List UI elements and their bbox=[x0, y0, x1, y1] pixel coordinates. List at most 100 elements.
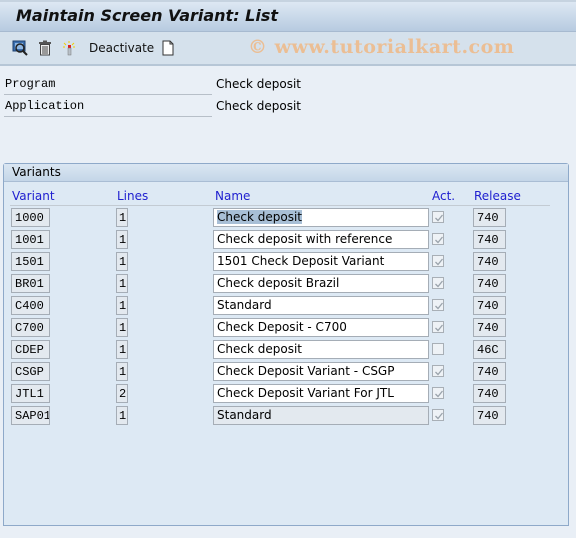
release-cell[interactable]: 740 bbox=[473, 318, 506, 337]
release-cell[interactable]: 740 bbox=[473, 208, 506, 227]
release-cell[interactable]: 46C bbox=[473, 340, 506, 359]
table-row: 1001 1 Check deposit with reference 740 bbox=[4, 229, 564, 251]
release-cell[interactable]: 740 bbox=[473, 296, 506, 315]
table-row: C400 1 Standard 740 bbox=[4, 295, 564, 317]
table-row: CSGP 1 Check Deposit Variant - CSGP 740 bbox=[4, 361, 564, 383]
variant-cell[interactable]: 1501 bbox=[11, 252, 50, 271]
activate-wand-icon[interactable] bbox=[61, 40, 77, 56]
display-icon[interactable] bbox=[12, 40, 28, 56]
program-value: Check deposit bbox=[216, 77, 301, 91]
lines-cell[interactable]: 1 bbox=[116, 318, 128, 337]
name-text: Check Deposit - C700 bbox=[217, 320, 347, 334]
table-row: BR01 1 Check deposit Brazil 740 bbox=[4, 273, 564, 295]
name-cell[interactable]: Standard bbox=[213, 296, 429, 315]
delete-icon[interactable] bbox=[37, 40, 53, 56]
check-icon bbox=[435, 368, 444, 376]
name-cell[interactable]: Check Deposit - C700 bbox=[213, 318, 429, 337]
table-row: C700 1 Check Deposit - C700 740 bbox=[4, 317, 564, 339]
release-cell[interactable]: 740 bbox=[473, 230, 506, 249]
active-checkbox[interactable] bbox=[432, 299, 444, 311]
name-text: Check Deposit Variant For JTL bbox=[217, 386, 394, 400]
active-checkbox[interactable] bbox=[432, 409, 444, 421]
name-text: Check deposit bbox=[217, 342, 302, 356]
application-label: Application bbox=[4, 99, 212, 117]
active-checkbox[interactable] bbox=[432, 277, 444, 289]
active-checkbox[interactable] bbox=[432, 365, 444, 377]
variant-cell[interactable]: JTL1 bbox=[11, 384, 50, 403]
program-field: Program Check deposit bbox=[4, 75, 324, 97]
lines-cell[interactable]: 1 bbox=[116, 230, 128, 249]
new-document-icon[interactable] bbox=[160, 40, 176, 56]
release-cell[interactable]: 740 bbox=[473, 252, 506, 271]
name-text: Check deposit Brazil bbox=[217, 276, 340, 290]
variant-cell[interactable]: C400 bbox=[11, 296, 50, 315]
lines-cell[interactable]: 1 bbox=[116, 208, 128, 227]
variant-cell[interactable]: 1001 bbox=[11, 230, 50, 249]
column-header-variant: Variant bbox=[12, 189, 55, 203]
name-cell[interactable]: Check deposit with reference bbox=[213, 230, 429, 249]
title-bar: Maintain Screen Variant: List bbox=[0, 0, 576, 32]
table-row: 1000 1 Check deposit 740 bbox=[4, 207, 564, 229]
name-cell[interactable]: Check Deposit Variant - CSGP bbox=[213, 362, 429, 381]
check-icon bbox=[435, 236, 444, 244]
program-label: Program bbox=[4, 77, 212, 95]
check-icon bbox=[435, 390, 444, 398]
table-row: JTL1 2 Check Deposit Variant For JTL 740 bbox=[4, 383, 564, 405]
check-icon bbox=[435, 258, 444, 266]
column-header-release: Release bbox=[474, 189, 521, 203]
name-cell[interactable]: Check deposit bbox=[213, 208, 429, 227]
variant-cell[interactable]: CDEP bbox=[11, 340, 50, 359]
active-checkbox[interactable] bbox=[432, 387, 444, 399]
lines-cell[interactable]: 1 bbox=[116, 296, 128, 315]
selected-text: Check deposit bbox=[217, 210, 302, 224]
lines-cell[interactable]: 1 bbox=[116, 274, 128, 293]
active-checkbox[interactable] bbox=[432, 233, 444, 245]
variant-cell[interactable]: BR01 bbox=[11, 274, 50, 293]
deactivate-button[interactable]: Deactivate bbox=[89, 41, 154, 55]
active-checkbox[interactable] bbox=[432, 321, 444, 333]
active-checkbox[interactable] bbox=[432, 211, 444, 223]
watermark: © www.tutorialkart.com bbox=[248, 36, 515, 58]
release-cell[interactable]: 740 bbox=[473, 384, 506, 403]
name-cell[interactable]: Check deposit Brazil bbox=[213, 274, 429, 293]
name-cell[interactable]: 1501 Check Deposit Variant bbox=[213, 252, 429, 271]
lines-cell[interactable]: 1 bbox=[116, 362, 128, 381]
active-checkbox[interactable] bbox=[432, 343, 444, 355]
page-title: Maintain Screen Variant: List bbox=[16, 6, 279, 25]
column-header-name: Name bbox=[215, 189, 251, 203]
name-text: Check deposit with reference bbox=[217, 232, 393, 246]
application-value: Check deposit bbox=[216, 99, 301, 113]
variant-cell[interactable]: SAP01 bbox=[11, 406, 50, 425]
table-row: 1501 1 1501 Check Deposit Variant 740 bbox=[4, 251, 564, 273]
name-cell[interactable]: Standard bbox=[213, 406, 429, 425]
name-cell[interactable]: Check Deposit Variant For JTL bbox=[213, 384, 429, 403]
header-divider bbox=[10, 205, 550, 206]
column-header-active: Act. bbox=[432, 189, 456, 203]
release-cell[interactable]: 740 bbox=[473, 406, 506, 425]
variants-group-header: Variants bbox=[4, 164, 568, 182]
column-header-lines: Lines bbox=[117, 189, 149, 203]
variant-cell[interactable]: 1000 bbox=[11, 208, 50, 227]
application-toolbar: Deactivate © www.tutorialkart.com bbox=[0, 32, 576, 66]
variant-cell[interactable]: CSGP bbox=[11, 362, 50, 381]
release-cell[interactable]: 740 bbox=[473, 362, 506, 381]
variant-cell[interactable]: C700 bbox=[11, 318, 50, 337]
name-text: Check Deposit Variant - CSGP bbox=[217, 364, 395, 378]
check-icon bbox=[435, 302, 444, 310]
lines-cell[interactable]: 1 bbox=[116, 340, 128, 359]
table-row: SAP01 1 Standard 740 bbox=[4, 405, 564, 427]
name-text: Standard bbox=[217, 298, 272, 312]
lines-cell[interactable]: 1 bbox=[116, 252, 128, 271]
name-cell[interactable]: Check deposit bbox=[213, 340, 429, 359]
check-icon bbox=[435, 214, 444, 222]
name-text: Standard bbox=[217, 408, 272, 422]
table-row: CDEP 1 Check deposit 46C bbox=[4, 339, 564, 361]
check-icon bbox=[435, 280, 444, 288]
check-icon bbox=[435, 324, 444, 332]
variants-group: Variants Variant Lines Name Act. Release… bbox=[3, 163, 569, 526]
variants-group-title: Variants bbox=[12, 165, 61, 179]
release-cell[interactable]: 740 bbox=[473, 274, 506, 293]
lines-cell[interactable]: 1 bbox=[116, 406, 128, 425]
active-checkbox[interactable] bbox=[432, 255, 444, 267]
lines-cell[interactable]: 2 bbox=[116, 384, 128, 403]
